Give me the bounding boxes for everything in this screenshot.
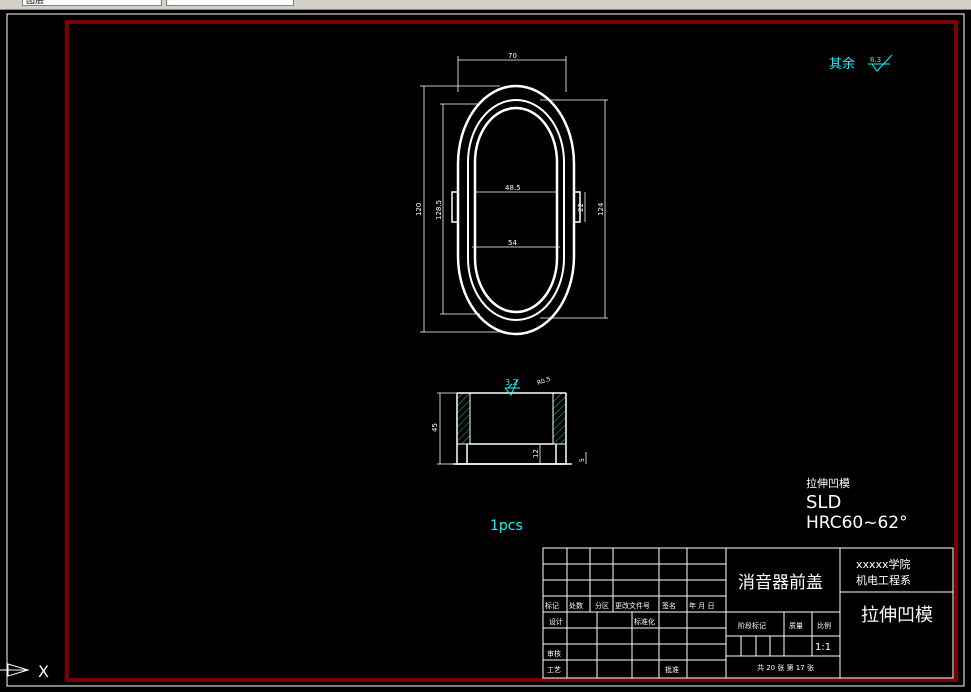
dim-section-height-text: 45 <box>431 423 439 432</box>
section-view <box>437 378 587 465</box>
title-department: 机电工程系 <box>856 573 911 587</box>
material-steel-text: SLD <box>806 492 841 513</box>
dim-step-text: 12 <box>532 449 540 458</box>
section-step <box>466 443 557 464</box>
toolbar-strip: 图层 <box>0 0 971 10</box>
dim-inner-width-text: 48.5 <box>505 184 521 192</box>
layer-dropdown[interactable]: 图层 <box>22 0 162 6</box>
dim-lower-width-text: 54 <box>508 239 517 247</box>
header-sign: 签名 <box>662 601 676 610</box>
section-chamfer-text: R0.5 <box>536 376 551 387</box>
dim-base-text: 5 <box>579 458 586 462</box>
row-design-label: 设计 <box>549 617 563 626</box>
dim-inner-height-text: 128.5 <box>435 200 443 220</box>
title-school: xxxxx学院 <box>856 557 911 571</box>
left-hatch <box>456 392 471 445</box>
right-hatch <box>552 392 567 445</box>
dim-width-text: 70 <box>508 52 517 60</box>
title-drawing-name: 拉伸凹模 <box>861 605 933 626</box>
dim-right-height-text: 124 <box>597 202 605 216</box>
inner-contour <box>473 106 559 314</box>
section-outline <box>456 392 567 465</box>
header-count: 处数 <box>569 601 583 610</box>
ucs-icon <box>0 663 30 677</box>
dim-height-text: 120 <box>415 203 423 216</box>
roughness-note-value: 6.3 <box>870 56 881 64</box>
dim-slot-text: 22 <box>577 203 585 212</box>
mass-label: 质量 <box>789 621 803 630</box>
roughness-note-label: 其余 <box>829 56 855 72</box>
ucs-x-label: X <box>38 662 49 681</box>
scale-value: 1:1 <box>815 642 831 653</box>
header-change-doc: 更改文件号 <box>615 601 650 610</box>
scale-label: 比例 <box>817 621 831 630</box>
section-roughness-text: 3.2 <box>505 378 518 387</box>
header-zone: 分区 <box>595 601 609 610</box>
title-product: 消音器前盖 <box>738 573 823 593</box>
stage-mark-label: 阶段标记 <box>738 621 766 630</box>
header-date: 年 月 日 <box>689 601 714 610</box>
style-dropdown[interactable] <box>166 0 294 6</box>
row-process-label: 工艺 <box>547 666 561 674</box>
material-hardness-text: HRC60~62° <box>806 513 908 533</box>
row-approve-label: 批准 <box>665 665 679 674</box>
sheet-info: 共 20 张 第 17 张 <box>757 663 814 672</box>
quantity-text: 1pcs <box>490 518 523 534</box>
top-view <box>420 56 608 336</box>
cad-drawing-canvas[interactable]: 其余 6.3 70 120 128.5 124 48.5 54 22 3.2 R… <box>0 10 971 692</box>
material-part-text: 拉伸凹模 <box>806 476 850 490</box>
header-mark: 标记 <box>545 601 559 610</box>
row-review-label: 审核 <box>547 649 561 658</box>
row-std-label: 标准化 <box>634 617 655 626</box>
